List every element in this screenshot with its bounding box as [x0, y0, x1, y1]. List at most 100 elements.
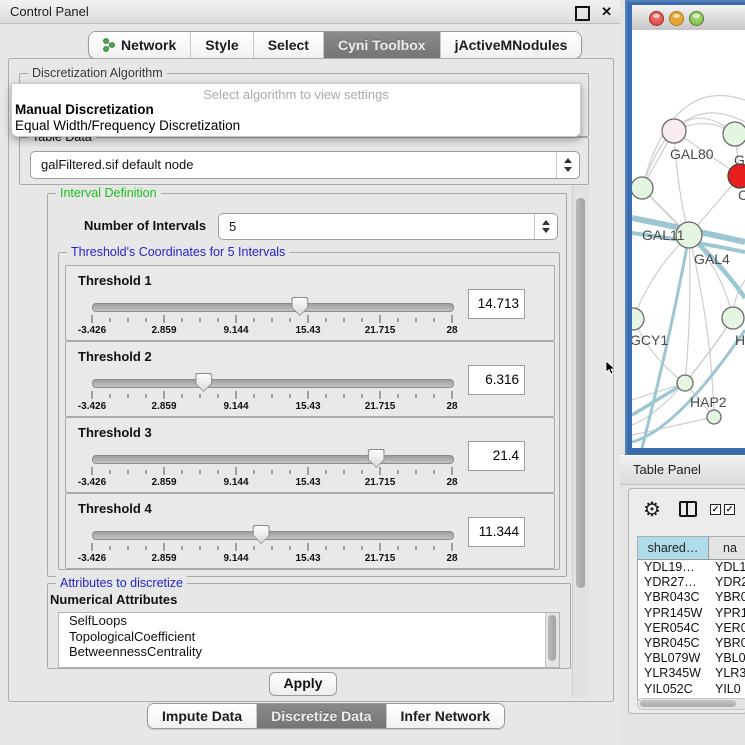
apply-button[interactable]: Apply	[269, 672, 337, 696]
table-row[interactable]: YIL052C YIL0	[638, 682, 745, 697]
cell[interactable]: YPR145W	[638, 606, 709, 621]
tab-label: Discretize Data	[271, 708, 371, 724]
threshold-slider[interactable]	[92, 454, 452, 464]
cell[interactable]: YBR0	[709, 636, 745, 651]
slider-thumb[interactable]	[291, 297, 308, 316]
tab-network[interactable]: Network	[89, 32, 190, 58]
table-row[interactable]: YLR345W YLR3	[638, 666, 745, 681]
interval-definition-group: Interval Definition Number of Intervals …	[47, 193, 567, 577]
num-intervals-combobox[interactable]: 5	[218, 213, 558, 240]
cell[interactable]: YER0	[709, 621, 745, 636]
tab-style[interactable]: Style	[190, 32, 252, 58]
minimize-traffic-light[interactable]	[669, 11, 684, 26]
list-item[interactable]: TopologicalCoefficient	[59, 629, 559, 645]
panel-scrollbar-thumb[interactable]	[576, 198, 585, 588]
cell[interactable]: YPR1	[709, 606, 745, 621]
tab-discretize-data[interactable]: Discretize Data	[256, 704, 385, 728]
cell[interactable]: YBR0	[709, 590, 745, 605]
cell[interactable]: YDR27…	[638, 575, 709, 590]
close-traffic-light[interactable]	[649, 11, 664, 26]
threshold-value-field[interactable]: 6.316	[468, 365, 525, 395]
network-node[interactable]	[662, 119, 686, 143]
float-window-icon[interactable]	[575, 6, 590, 21]
dropdown-option-manual[interactable]: Manual Discretization	[15, 102, 154, 117]
cell[interactable]: YLR3	[709, 666, 745, 681]
threshold-value-field[interactable]: 21.4	[468, 441, 525, 471]
zoom-traffic-light[interactable]	[689, 11, 704, 26]
panel-scrollbar[interactable]	[572, 186, 589, 698]
threshold-slider[interactable]	[92, 378, 452, 388]
table-row[interactable]: YBR045C YBR0	[638, 636, 745, 651]
cell[interactable]: YDL19…	[638, 560, 709, 575]
algorithm-group-title: Discretization Algorithm	[28, 66, 167, 80]
threshold-slider[interactable]	[92, 530, 452, 540]
network-node[interactable]	[632, 308, 644, 330]
gear-icon[interactable]: ⚙	[643, 497, 661, 522]
cell[interactable]: YBR043C	[638, 590, 709, 605]
tab-infer-network[interactable]: Infer Network	[386, 704, 504, 728]
cell[interactable]: YDL1	[709, 560, 745, 575]
column-header-name[interactable]: na	[709, 537, 745, 559]
cell[interactable]: YBR045C	[638, 636, 709, 651]
threshold-panel-1: Threshold 1 -3.4262.8599.14415.4321.7152…	[65, 265, 555, 341]
table-horizontal-scrollbar[interactable]	[637, 698, 745, 710]
list-scrollbar[interactable]	[545, 613, 559, 667]
table-row[interactable]: YER054C YER0	[638, 621, 745, 636]
column-header-shared[interactable]: shared…	[638, 537, 709, 559]
cell[interactable]: YIL052C	[638, 682, 709, 697]
table-row[interactable]: YBL079W YBL0	[638, 651, 745, 666]
slider-thumb[interactable]	[253, 525, 270, 544]
checkbox-icon[interactable]: ✓	[724, 504, 735, 515]
cell[interactable]: YDR2	[709, 575, 745, 590]
slider-track[interactable]	[92, 531, 454, 540]
slider-scale	[92, 467, 452, 476]
table-data-combobox[interactable]: galFiltered.sif default node	[30, 151, 580, 179]
combo-stepper[interactable]	[534, 214, 557, 239]
slider-thumb[interactable]	[195, 373, 212, 392]
threshold-panel-4: Threshold 4 -3.4262.8599.14415.4321.7152…	[65, 493, 555, 569]
node-label-partial-c: C	[738, 187, 745, 203]
tab-jactivemnodules[interactable]: jActiveMNodules	[440, 32, 582, 58]
numerical-attributes-list[interactable]: SelfLoops TopologicalCoefficient Between…	[58, 612, 560, 668]
table-row[interactable]: YDL19… YDL1	[638, 560, 745, 575]
window-title: Control Panel	[10, 4, 89, 19]
network-canvas[interactable]: GAL80 GA C GAL11 GAL4 GCY1 H HAP2	[632, 30, 745, 448]
attributes-group-title: Attributes to discretize	[56, 576, 187, 590]
table-row[interactable]: YDR27… YDR2	[638, 575, 745, 590]
threshold-value-field[interactable]: 14.713	[468, 289, 525, 319]
slider-track[interactable]	[92, 455, 454, 464]
cell[interactable]: YIL0	[709, 682, 745, 697]
thresholds-group: Threshold's Coordinates for 5 Intervals …	[58, 252, 560, 570]
scrollbar-thumb[interactable]	[640, 700, 736, 707]
cell[interactable]: YER054C	[638, 621, 709, 636]
list-item[interactable]: SelfLoops	[59, 613, 559, 629]
network-node[interactable]	[722, 307, 744, 329]
threshold-label: Threshold 4	[78, 501, 152, 516]
tab-impute-data[interactable]: Impute Data	[148, 704, 256, 728]
slider-track[interactable]	[92, 379, 454, 388]
close-icon[interactable]: ✕	[601, 4, 612, 20]
network-node[interactable]	[707, 410, 721, 424]
slider-track[interactable]	[92, 303, 454, 312]
slider-thumb[interactable]	[368, 449, 385, 468]
cell[interactable]: YLR345W	[638, 666, 709, 681]
tab-cyni-toolbox[interactable]: Cyni Toolbox	[323, 32, 440, 58]
threshold-slider[interactable]	[92, 302, 452, 312]
network-node[interactable]	[632, 177, 653, 199]
network-node[interactable]	[677, 375, 693, 391]
cell[interactable]: YBL0	[709, 651, 745, 666]
tab-select[interactable]: Select	[253, 32, 323, 58]
network-node[interactable]	[723, 122, 745, 146]
node-attribute-table[interactable]: shared… na YDL19… YDL1 YDR27… YDR2 YBR04…	[637, 536, 745, 700]
combo-stepper[interactable]	[556, 152, 579, 178]
list-item[interactable]: BetweennessCentrality	[59, 644, 559, 660]
dropdown-option-equal-width[interactable]: Equal Width/Frequency Discretization	[15, 118, 240, 133]
threshold-value-field[interactable]: 11.344	[468, 517, 525, 547]
mouse-cursor	[605, 360, 617, 376]
split-pane-icon[interactable]	[679, 501, 697, 517]
table-row[interactable]: YPR145W YPR1	[638, 606, 745, 621]
table-row[interactable]: YBR043C YBR0	[638, 590, 745, 605]
cell[interactable]: YBL079W	[638, 651, 709, 666]
node-label-partial-ga: GA	[734, 152, 745, 168]
checkbox-icon[interactable]: ✓	[710, 504, 721, 515]
